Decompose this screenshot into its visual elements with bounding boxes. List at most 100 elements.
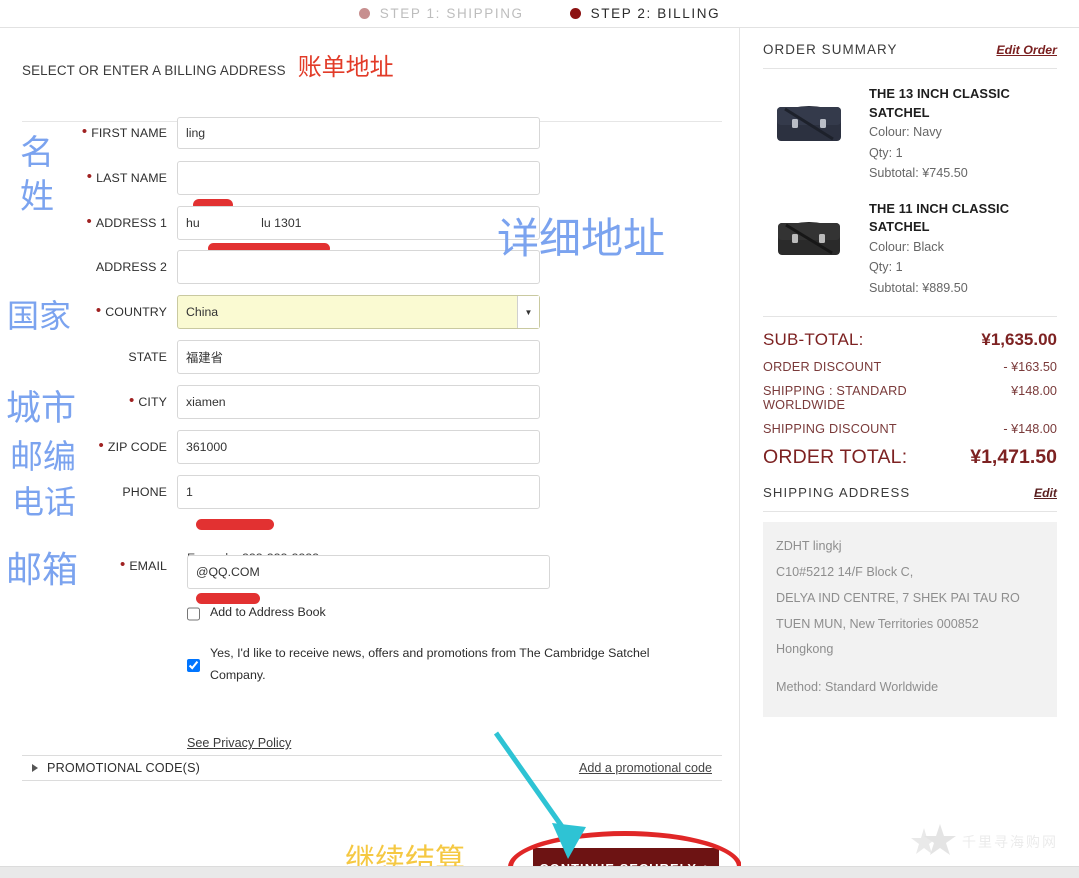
city-input[interactable] <box>177 385 540 419</box>
total-value: ¥148.00 <box>1011 384 1057 399</box>
field-row-city: • CITY <box>22 385 552 419</box>
label-country-text: COUNTRY <box>105 305 167 319</box>
step-1-dot-icon <box>358 8 370 19</box>
shipping-address-line: Hongkong <box>776 642 834 657</box>
total-row-shipping-discount: SHIPPING DISCOUNT - ¥148.00 <box>763 422 1057 436</box>
order-item-details: THE 11 INCH CLASSIC SATCHEL Colour: Blac… <box>869 200 1019 299</box>
label-zip-code-text: ZIP CODE <box>107 440 167 454</box>
address-book-checkbox[interactable] <box>187 604 200 624</box>
label-last-name-text: LAST NAME <box>96 171 167 185</box>
total-label: ORDER DISCOUNT <box>763 360 882 375</box>
label-email-text: EMAIL <box>129 559 167 573</box>
privacy-policy-link[interactable]: See Privacy Policy <box>187 736 291 750</box>
label-last-name: • LAST NAME <box>86 168 167 185</box>
email-input[interactable] <box>187 555 550 589</box>
shipping-address-line: C10#5212 14/F Block C, <box>776 564 914 579</box>
step-2-billing[interactable]: STEP 2: BILLING <box>569 6 721 21</box>
shipping-address-title: SHIPPING ADDRESS <box>763 485 911 501</box>
order-item-details: THE 13 INCH CLASSIC SATCHEL Colour: Navy… <box>869 85 1019 184</box>
product-thumbnail-13-inch <box>763 85 855 159</box>
zip-code-input[interactable] <box>177 430 540 464</box>
total-label: ORDER TOTAL: <box>763 446 908 469</box>
first-name-input[interactable] <box>177 117 540 149</box>
label-first-name: • FIRST NAME <box>81 123 167 140</box>
order-item: THE 11 INCH CLASSIC SATCHEL Colour: Blac… <box>763 184 1057 299</box>
newsletter-checkbox-row[interactable]: Yes, I'd like to receive news, offers an… <box>187 643 684 687</box>
chevron-right-icon <box>32 764 38 772</box>
label-address-2-text: ADDRESS 2 <box>95 260 167 274</box>
label-phone: PHONE <box>22 485 177 499</box>
order-item-qty: Qty: 1 <box>869 145 903 160</box>
label-phone-text: PHONE <box>122 485 167 499</box>
field-row-country: • COUNTRY China ▼ <box>22 295 552 329</box>
label-first-name-text: FIRST NAME <box>91 126 167 140</box>
order-totals: SUB-TOTAL: ¥1,635.00 ORDER DISCOUNT - ¥1… <box>763 316 1057 469</box>
billing-form-panel: SELECT OR ENTER A BILLING ADDRESS 账单地址 •… <box>0 28 742 878</box>
label-city: • CITY <box>129 392 167 409</box>
promotional-code-toggle[interactable]: PROMOTIONAL CODE(S) <box>32 761 200 775</box>
billing-header-annotation-cn: 账单地址 <box>297 53 394 81</box>
step-1-shipping[interactable]: STEP 1: SHIPPING <box>358 6 524 21</box>
order-item-name: THE 11 INCH CLASSIC SATCHEL <box>869 200 1010 235</box>
field-row-address-2: ADDRESS 2 <box>22 250 552 284</box>
order-item: THE 13 INCH CLASSIC SATCHEL Colour: Navy… <box>763 69 1057 184</box>
label-state: STATE <box>22 350 177 364</box>
promotional-code-label: PROMOTIONAL CODE(S) <box>47 761 201 775</box>
total-row-sub-total: SUB-TOTAL: ¥1,635.00 <box>763 330 1057 350</box>
country-select-wrapper[interactable]: China ▼ <box>177 295 540 329</box>
country-select[interactable]: China <box>177 295 540 329</box>
total-label: SHIPPING DISCOUNT <box>763 422 897 437</box>
field-row-state: STATE <box>22 340 552 374</box>
field-row-phone: PHONE <box>22 475 552 509</box>
promotional-code-bar[interactable]: PROMOTIONAL CODE(S) Add a promotional co… <box>22 755 722 781</box>
label-address-1: • ADDRESS 1 <box>86 213 167 230</box>
label-address-2: ADDRESS 2 <box>22 260 177 274</box>
edit-order-link[interactable]: Edit Order <box>996 43 1057 57</box>
billing-header-title: SELECT OR ENTER A BILLING ADDRESS <box>22 63 286 78</box>
order-item-subtotal: Subtotal: ¥889.50 <box>869 280 968 295</box>
address-2-input[interactable] <box>177 250 540 284</box>
shipping-address-header: SHIPPING ADDRESS Edit <box>763 485 1057 513</box>
state-input[interactable] <box>177 340 540 374</box>
total-row-shipping: SHIPPING : STANDARD WORLDWIDE ¥148.00 <box>763 384 1057 412</box>
label-city-text: CITY <box>138 395 167 409</box>
redaction-phone <box>196 519 274 530</box>
address-1-input[interactable] <box>177 206 540 240</box>
total-value: ¥1,635.00 <box>981 330 1057 350</box>
shipping-address-line: TUEN MUN, New Territories 000852 <box>776 616 979 631</box>
last-name-input[interactable] <box>177 161 540 195</box>
step-2-dot-icon <box>569 8 581 19</box>
order-item-subtotal: Subtotal: ¥745.50 <box>869 166 968 181</box>
address-book-label: Add to Address Book <box>210 605 326 619</box>
label-address-1-text: ADDRESS 1 <box>95 216 167 230</box>
page-bottom-strip <box>0 866 1079 878</box>
shipping-address-line: DELYA IND CENTRE, 7 SHEK PAI TAU RO <box>776 590 1020 605</box>
field-row-address-1: • ADDRESS 1 <box>22 206 552 240</box>
newsletter-checkbox[interactable] <box>187 645 200 687</box>
add-promotional-code-link[interactable]: Add a promotional code <box>579 761 712 775</box>
total-row-order-discount: ORDER DISCOUNT - ¥163.50 <box>763 360 1057 374</box>
total-row-order-total: ORDER TOTAL: ¥1,471.50 <box>763 446 1057 469</box>
total-value: - ¥163.50 <box>1003 360 1057 375</box>
order-item-colour: Colour: Black <box>869 239 944 254</box>
shipping-address-line: ZDHT lingkj <box>776 539 842 554</box>
total-label: SHIPPING : STANDARD WORLDWIDE <box>763 384 907 413</box>
order-summary-panel: ORDER SUMMARY Edit Order THE 13 INCH CLA… <box>741 28 1079 878</box>
field-row-zip-code: • ZIP CODE <box>22 430 552 464</box>
label-email: • EMAIL <box>119 556 167 573</box>
field-row-last-name: • LAST NAME <box>22 161 552 195</box>
total-value: ¥1,471.50 <box>970 446 1057 469</box>
order-item-colour: Colour: Navy <box>869 125 942 140</box>
billing-form-header: SELECT OR ENTER A BILLING ADDRESS 账单地址 <box>22 55 722 122</box>
address-book-checkbox-row[interactable]: Add to Address Book <box>187 602 684 624</box>
label-country: • COUNTRY <box>95 302 167 319</box>
checkout-step-bar: STEP 1: SHIPPING STEP 2: BILLING <box>0 0 1079 28</box>
step-1-label: STEP 1: SHIPPING <box>379 6 524 21</box>
shipping-method-line: Method: Standard Worldwide <box>776 680 939 695</box>
phone-input[interactable] <box>177 475 540 509</box>
shipping-address-edit-link[interactable]: Edit <box>1034 486 1057 500</box>
product-thumbnail-11-inch <box>763 200 855 274</box>
shipping-address-box: ZDHT lingkj C10#5212 14/F Block C, DELYA… <box>763 522 1057 718</box>
order-summary-title: ORDER SUMMARY <box>763 42 898 57</box>
order-summary-header: ORDER SUMMARY Edit Order <box>763 28 1057 69</box>
